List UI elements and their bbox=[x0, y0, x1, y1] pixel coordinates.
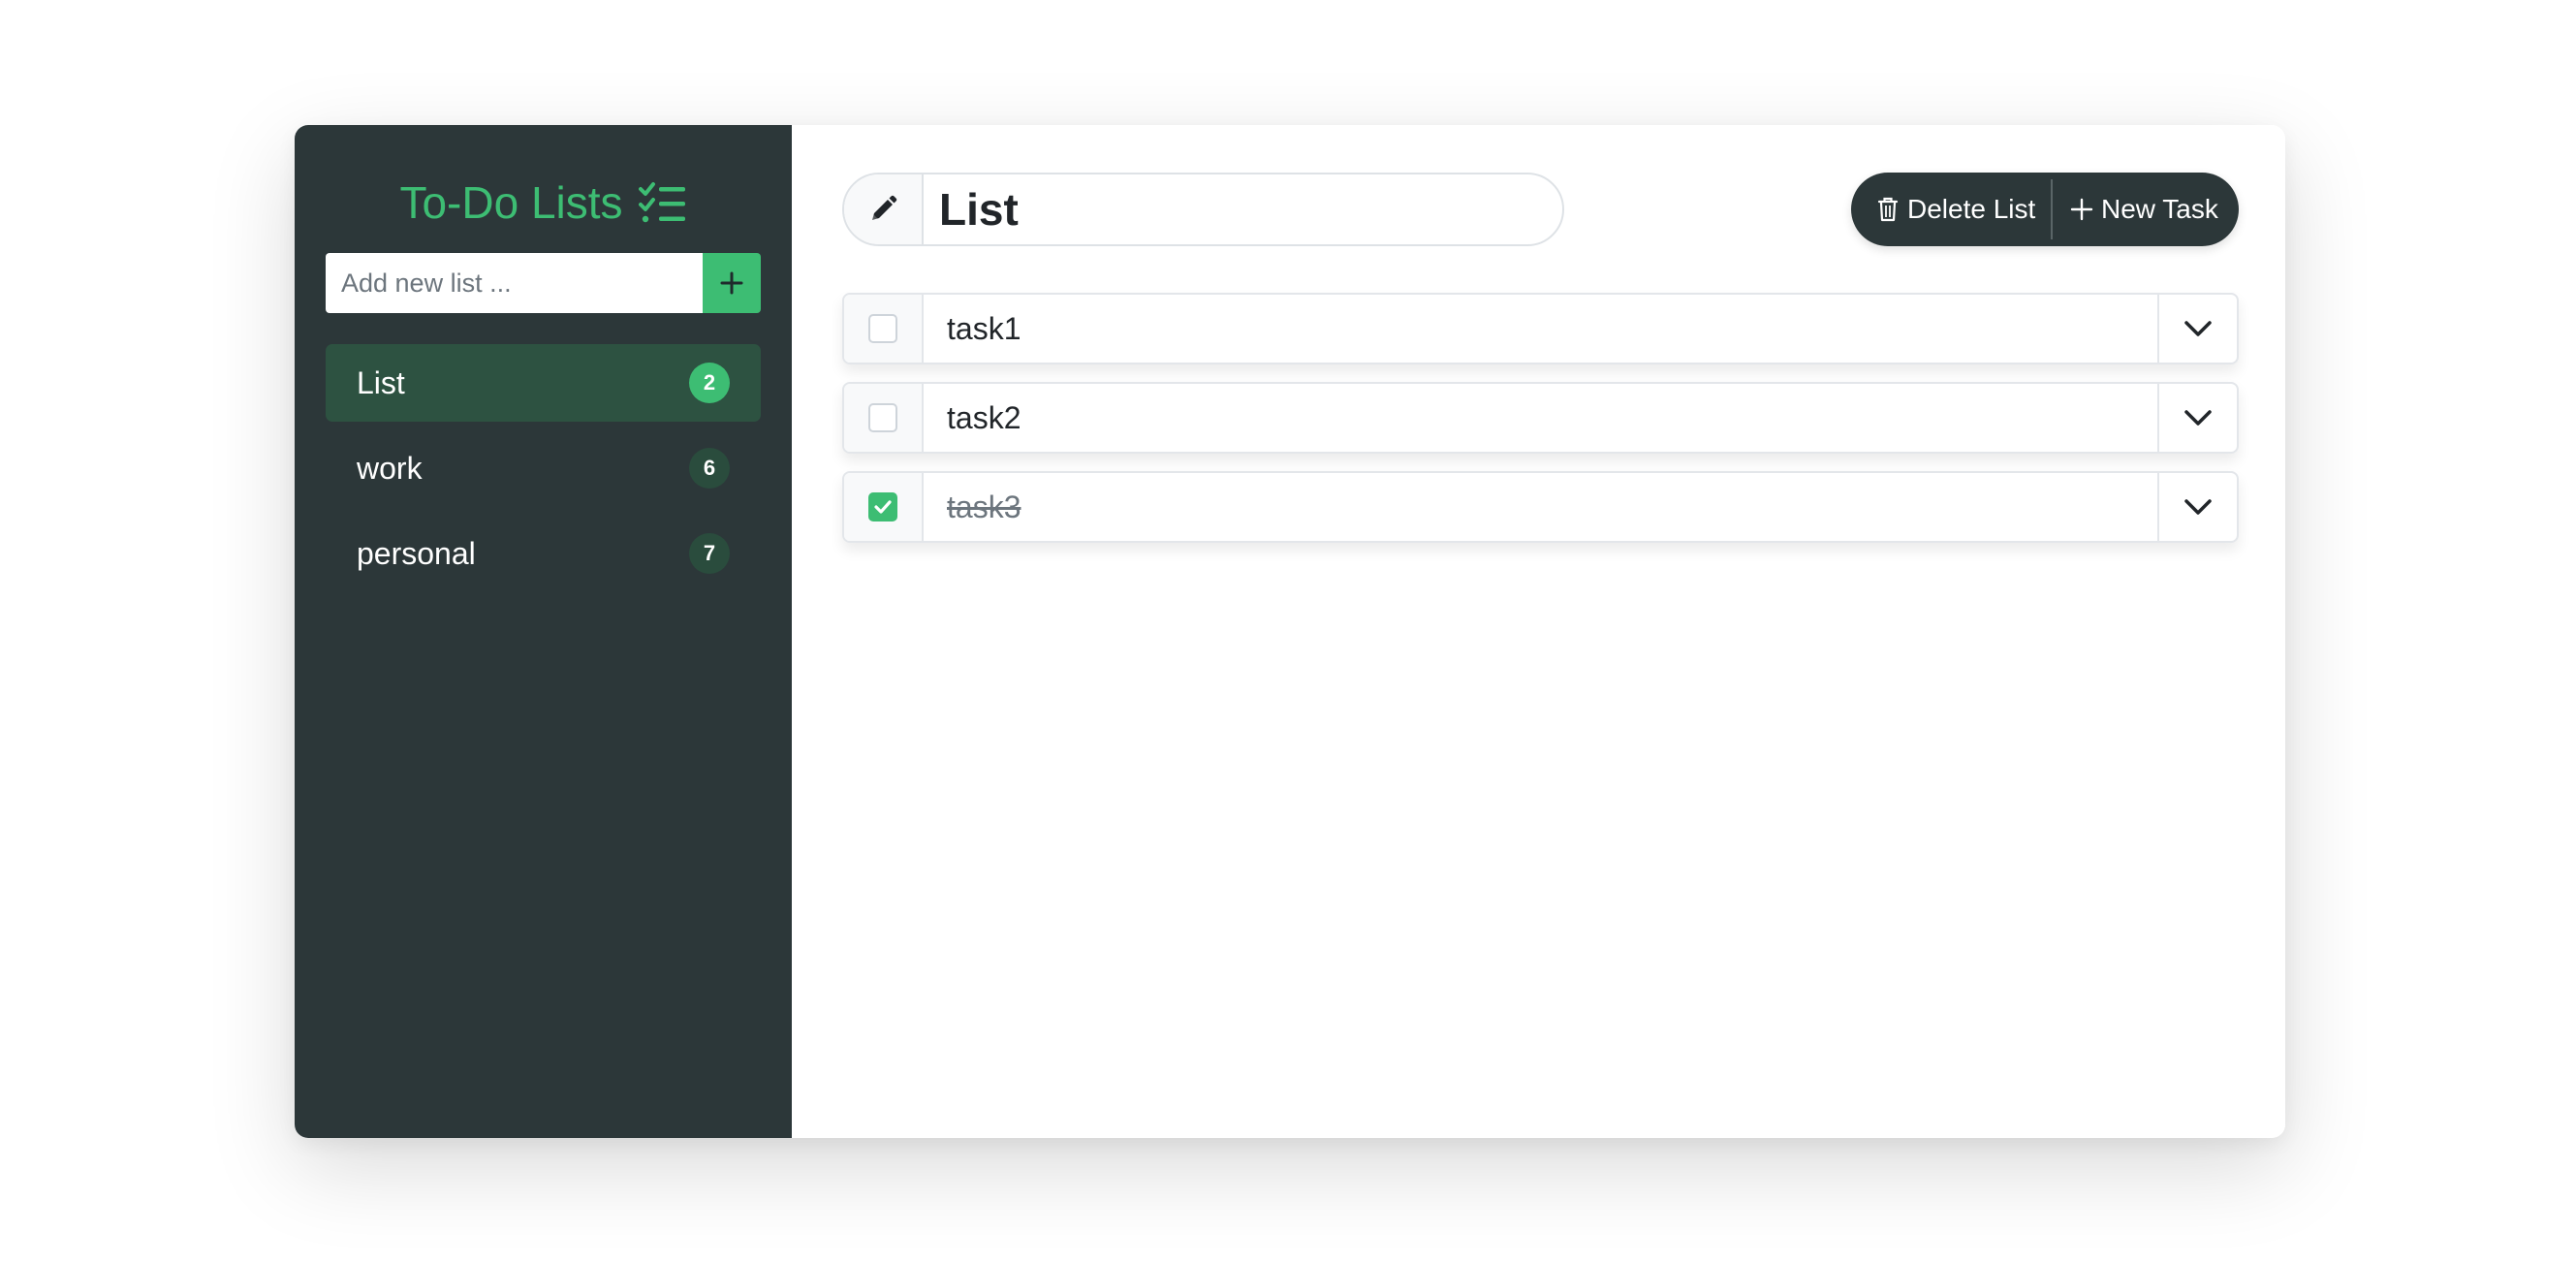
task-check-cell bbox=[844, 473, 924, 541]
edit-title-button[interactable] bbox=[844, 174, 924, 244]
chevron-down-icon bbox=[2184, 321, 2212, 336]
list-actions: Delete List New Task bbox=[1851, 173, 2239, 246]
sidebar-item-work[interactable]: work 6 bbox=[326, 429, 761, 507]
add-list-button[interactable] bbox=[703, 253, 761, 313]
task-name[interactable]: task2 bbox=[924, 384, 2157, 452]
new-task-label: New Task bbox=[2101, 194, 2218, 224]
sidebar: To-Do Lists Lis bbox=[295, 125, 792, 1138]
sidebar-item-list[interactable]: List 2 bbox=[326, 344, 761, 422]
expand-task-button[interactable] bbox=[2157, 384, 2237, 452]
task-name[interactable]: task1 bbox=[924, 295, 2157, 363]
list-nav: List 2 work 6 personal 7 bbox=[326, 344, 761, 592]
main-panel: List Delete List New Task task1 task2 ta… bbox=[792, 125, 2285, 1138]
task-check-cell bbox=[844, 384, 924, 452]
chevron-down-icon bbox=[2184, 499, 2212, 515]
sidebar-item-label: work bbox=[357, 450, 423, 486]
task-list: task1 task2 task3 bbox=[842, 293, 2239, 560]
count-badge: 6 bbox=[689, 448, 730, 489]
sidebar-item-personal[interactable]: personal 7 bbox=[326, 515, 761, 592]
task-check-cell bbox=[844, 295, 924, 363]
pencil-icon bbox=[871, 195, 897, 221]
add-list-form bbox=[326, 253, 761, 313]
app-title: To-Do Lists bbox=[326, 174, 761, 232]
expand-task-button[interactable] bbox=[2157, 295, 2237, 363]
sidebar-item-label: List bbox=[357, 364, 405, 400]
check-icon bbox=[874, 500, 892, 514]
task-row: task2 bbox=[842, 382, 2239, 454]
app-title-text: To-Do Lists bbox=[399, 177, 623, 228]
count-badge: 2 bbox=[689, 363, 730, 403]
task-row: task1 bbox=[842, 293, 2239, 364]
task-name[interactable]: task3 bbox=[924, 473, 2157, 541]
plus-icon bbox=[720, 271, 743, 295]
list-title-group: List bbox=[842, 173, 1564, 246]
add-list-input[interactable] bbox=[326, 253, 703, 313]
sidebar-item-label: personal bbox=[357, 535, 476, 571]
count-badge: 7 bbox=[689, 533, 730, 574]
expand-task-button[interactable] bbox=[2157, 473, 2237, 541]
todo-app: To-Do Lists Lis bbox=[295, 125, 2285, 1138]
task-checkbox[interactable] bbox=[868, 492, 897, 521]
delete-list-label: Delete List bbox=[1907, 194, 2036, 224]
list-title[interactable]: List bbox=[924, 183, 1019, 236]
list-check-icon bbox=[638, 181, 687, 224]
task-row: task3 bbox=[842, 471, 2239, 543]
delete-list-button[interactable]: Delete List bbox=[1851, 173, 2051, 246]
chevron-down-icon bbox=[2184, 410, 2212, 426]
plus-icon bbox=[2070, 198, 2093, 221]
task-checkbox[interactable] bbox=[868, 403, 897, 432]
task-checkbox[interactable] bbox=[868, 314, 897, 343]
new-task-button[interactable]: New Task bbox=[2053, 173, 2218, 246]
trash-icon bbox=[1876, 196, 1900, 223]
